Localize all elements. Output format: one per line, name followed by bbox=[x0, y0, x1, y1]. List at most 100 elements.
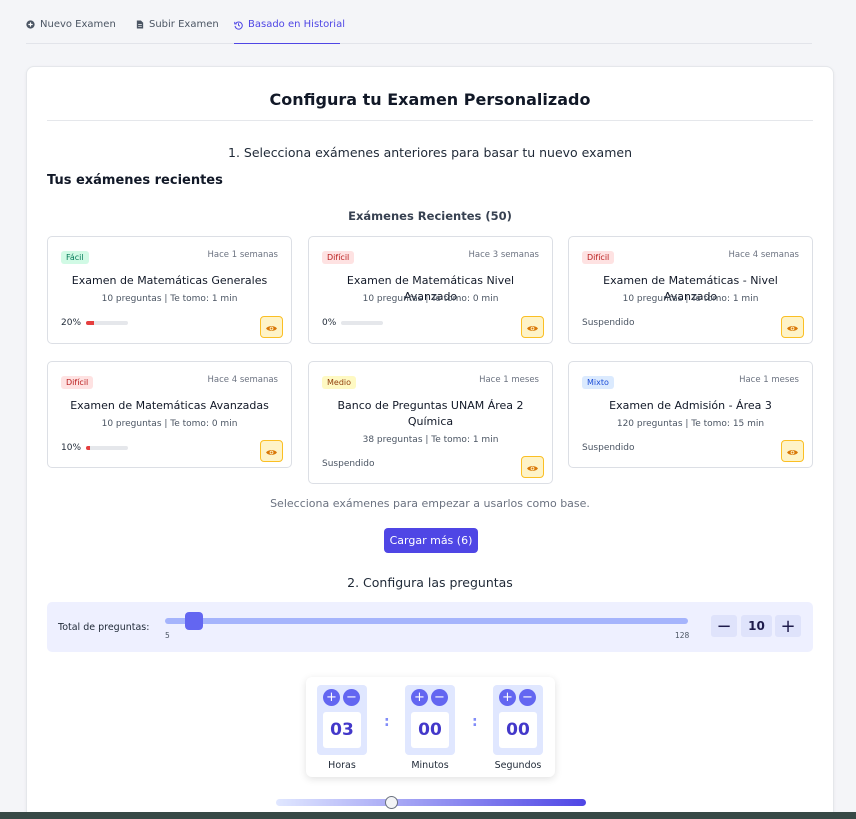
difficulty-badge: Difícil bbox=[61, 376, 94, 389]
eye-icon bbox=[526, 318, 539, 337]
time-separator: : bbox=[472, 714, 478, 730]
minutes-value[interactable]: 00 bbox=[411, 712, 449, 748]
exam-card[interactable]: Fácil Hace 1 semanas Examen de Matemátic… bbox=[47, 236, 292, 344]
minutes-minus-button[interactable]: − bbox=[431, 689, 448, 706]
step-2-label: 2. Configura las preguntas bbox=[347, 575, 513, 590]
recent-exams-count: Exámenes Recientes (50) bbox=[348, 209, 512, 223]
seconds-minus-button[interactable]: − bbox=[519, 689, 536, 706]
selection-hint: Selecciona exámenes para empezar a usarl… bbox=[270, 497, 590, 510]
difficulty-badge: Difícil bbox=[582, 251, 615, 264]
minutes-column: + − 00 bbox=[405, 685, 455, 755]
exam-status: Suspendido bbox=[322, 459, 375, 469]
exam-card[interactable]: Difícil Hace 3 semanas Examen de Matemát… bbox=[308, 236, 553, 344]
hours-plus-button[interactable]: + bbox=[323, 689, 340, 706]
eye-icon bbox=[786, 318, 799, 337]
duration-picker: + − 03 : + − 00 : + − 00 Horas Minutos S… bbox=[306, 677, 555, 777]
eye-icon bbox=[265, 442, 278, 461]
exam-card[interactable]: Mixto Hace 1 meses Examen de Admisión - … bbox=[568, 361, 813, 468]
exam-meta: 38 preguntas | Te tomo: 1 min bbox=[362, 435, 499, 445]
hours-column: + − 03 bbox=[317, 685, 367, 755]
exam-progress: 10% bbox=[61, 443, 129, 453]
exam-date: Hace 1 semanas bbox=[207, 250, 279, 260]
minutes-plus-button[interactable]: + bbox=[411, 689, 428, 706]
duration-slider[interactable] bbox=[276, 796, 586, 809]
history-icon bbox=[234, 20, 243, 30]
tab-label: Basado en Historial bbox=[248, 19, 345, 30]
preview-button[interactable] bbox=[260, 440, 283, 462]
plus-circle-icon bbox=[26, 20, 35, 29]
minutes-label: Minutos bbox=[411, 760, 449, 771]
eye-icon bbox=[786, 442, 799, 461]
page-title: Configura tu Examen Personalizado bbox=[269, 90, 591, 109]
exam-date: Hace 1 meses bbox=[479, 375, 539, 385]
exam-date: Hace 1 meses bbox=[739, 375, 799, 385]
file-icon bbox=[135, 20, 144, 29]
step-1-label: 1. Selecciona exámenes anteriores para b… bbox=[228, 145, 632, 160]
progress-fill bbox=[86, 446, 91, 450]
exam-progress: 0% bbox=[322, 318, 384, 328]
question-count-value[interactable]: 10 bbox=[741, 615, 772, 637]
exam-date: Hace 4 semanas bbox=[728, 250, 800, 260]
progress-label: 0% bbox=[322, 318, 337, 328]
seconds-value[interactable]: 00 bbox=[499, 712, 537, 748]
preview-button[interactable] bbox=[781, 316, 804, 338]
exam-status: Suspendido bbox=[582, 318, 635, 328]
seconds-column: + − 00 bbox=[493, 685, 543, 755]
hours-label: Horas bbox=[328, 760, 356, 771]
recent-exams-heading: Tus exámenes recientes bbox=[47, 173, 223, 188]
exam-config-panel: Configura tu Examen Personalizado 1. Sel… bbox=[26, 66, 834, 819]
preview-button[interactable] bbox=[521, 316, 544, 338]
exam-card[interactable]: Difícil Hace 4 semanas Examen de Matemát… bbox=[47, 361, 292, 468]
tab-basado-en-historial[interactable]: Basado en Historial bbox=[234, 19, 345, 44]
exam-meta: 10 preguntas | Te tomo: 1 min bbox=[622, 294, 759, 304]
exam-meta: 10 preguntas | Te tomo: 0 min bbox=[101, 419, 238, 429]
tab-subir-examen[interactable]: Subir Examen bbox=[135, 19, 219, 44]
hours-value[interactable]: 03 bbox=[323, 712, 361, 748]
exam-title: Banco de Preguntas UNAM Área 2 Química bbox=[337, 399, 524, 428]
preview-button[interactable] bbox=[521, 456, 544, 478]
exam-meta: 10 preguntas | Te tomo: 0 min bbox=[362, 294, 499, 304]
progress-label: 20% bbox=[61, 318, 82, 328]
exam-title: Examen de Matemáticas Generales bbox=[71, 274, 268, 287]
progress-bar bbox=[86, 321, 129, 325]
exam-card[interactable]: Medio Hace 1 meses Banco de Preguntas UN… bbox=[308, 361, 553, 484]
hours-minus-button[interactable]: − bbox=[343, 689, 360, 706]
tab-label: Nuevo Examen bbox=[40, 19, 116, 30]
footer-bar bbox=[0, 812, 856, 819]
tab-bar: Nuevo Examen Subir Examen Basado en Hist… bbox=[26, 0, 812, 44]
progress-bar bbox=[86, 446, 129, 450]
exam-status: Suspendido bbox=[582, 443, 635, 453]
exam-meta: 120 preguntas | Te tomo: 15 min bbox=[616, 419, 765, 429]
difficulty-badge: Mixto bbox=[582, 376, 614, 389]
preview-button[interactable] bbox=[781, 440, 804, 462]
exam-title: Examen de Admisión - Área 3 bbox=[609, 399, 772, 412]
question-slider-thumb[interactable] bbox=[185, 612, 203, 630]
question-count-label: Total de preguntas: bbox=[58, 622, 150, 633]
difficulty-badge: Difícil bbox=[322, 251, 355, 264]
progress-label: 10% bbox=[61, 443, 82, 453]
decrement-button[interactable]: − bbox=[711, 615, 737, 637]
question-count-box: Total de preguntas: 5 128 − 10 + bbox=[47, 602, 813, 652]
increment-button[interactable]: + bbox=[775, 615, 801, 637]
tab-label: Subir Examen bbox=[149, 19, 219, 30]
exam-date: Hace 3 semanas bbox=[468, 250, 540, 260]
duration-slider-thumb[interactable] bbox=[385, 796, 398, 809]
load-more-button[interactable]: Cargar más (6) bbox=[384, 528, 478, 553]
exam-title: Examen de Matemáticas Avanzadas bbox=[70, 399, 269, 412]
difficulty-badge: Medio bbox=[322, 376, 357, 389]
seconds-plus-button[interactable]: + bbox=[499, 689, 516, 706]
preview-button[interactable] bbox=[260, 316, 283, 338]
difficulty-badge: Fácil bbox=[61, 251, 89, 264]
time-separator: : bbox=[384, 714, 390, 730]
exam-card[interactable]: Difícil Hace 4 semanas Examen de Matemát… bbox=[568, 236, 813, 344]
seconds-label: Segundos bbox=[494, 760, 542, 771]
tab-nuevo-examen[interactable]: Nuevo Examen bbox=[26, 19, 116, 44]
question-slider-track[interactable] bbox=[165, 618, 688, 624]
exam-progress: 20% bbox=[61, 318, 129, 328]
exam-meta: 10 preguntas | Te tomo: 1 min bbox=[101, 294, 238, 304]
progress-fill bbox=[86, 321, 95, 325]
slider-min-label: 5 bbox=[165, 631, 170, 640]
eye-icon bbox=[526, 458, 539, 477]
exam-date: Hace 4 semanas bbox=[207, 375, 279, 385]
divider bbox=[47, 120, 813, 121]
